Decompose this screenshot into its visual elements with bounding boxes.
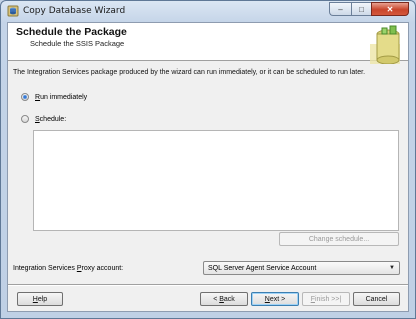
- schedule-description-box: [33, 130, 399, 231]
- minimize-button[interactable]: –: [329, 2, 351, 16]
- close-button[interactable]: ✕: [371, 2, 409, 16]
- proxy-account-label: Integration Services Proxy account:: [13, 265, 124, 272]
- radio-selected-icon: [21, 93, 29, 101]
- wizard-window: Copy Database Wizard – □ ✕ Schedule the …: [0, 0, 416, 319]
- run-immediately-radio[interactable]: Run immediately: [21, 93, 87, 101]
- dropdown-arrow-icon[interactable]: ▼: [389, 265, 395, 271]
- schedule-radio[interactable]: Schedule:: [21, 115, 66, 123]
- window-title: Copy Database Wizard: [23, 6, 126, 16]
- run-immediately-label: Run immediately: [35, 93, 88, 101]
- page-subtitle: Schedule the SSIS Package: [30, 39, 125, 48]
- wizard-header: Schedule the Package Schedule the SSIS P…: [8, 23, 408, 64]
- radio-unselected-icon: [21, 115, 29, 123]
- back-label: < Back: [213, 295, 235, 303]
- close-icon: ✕: [386, 4, 394, 14]
- proxy-account-value: SQL Server Agent Service Account: [208, 264, 317, 272]
- maximize-icon: □: [359, 4, 364, 14]
- minimize-icon: –: [338, 4, 343, 14]
- back-button[interactable]: < Back: [200, 292, 248, 306]
- wizard-footer: Help < Back Next > Finish >>| Cancel: [8, 286, 408, 311]
- change-schedule-button[interactable]: Change schedule...: [279, 232, 399, 246]
- database-wizard-icon: [7, 5, 19, 17]
- help-button[interactable]: Help: [17, 292, 63, 306]
- cancel-button[interactable]: Cancel: [353, 292, 400, 306]
- help-label: Help: [32, 295, 48, 303]
- proxy-account-select[interactable]: SQL Server Agent Service Account ▼: [203, 261, 400, 275]
- maximize-button[interactable]: □: [351, 2, 371, 16]
- description-text: The Integration Services package produce…: [13, 69, 366, 76]
- wizard-client-area: Schedule the Package Schedule the SSIS P…: [7, 22, 409, 312]
- change-schedule-label: Change schedule...: [308, 235, 370, 243]
- schedule-label: Schedule:: [35, 115, 67, 123]
- finish-label: Finish >>|: [310, 295, 342, 303]
- finish-button[interactable]: Finish >>|: [302, 292, 350, 306]
- cancel-label: Cancel: [365, 295, 388, 303]
- page-title: Schedule the Package: [16, 26, 127, 38]
- caption-buttons: – □ ✕: [329, 2, 409, 16]
- database-icon: [370, 25, 400, 64]
- title-bar[interactable]: Copy Database Wizard – □ ✕: [1, 1, 415, 22]
- next-label: Next >: [264, 295, 286, 303]
- next-button[interactable]: Next >: [251, 292, 299, 306]
